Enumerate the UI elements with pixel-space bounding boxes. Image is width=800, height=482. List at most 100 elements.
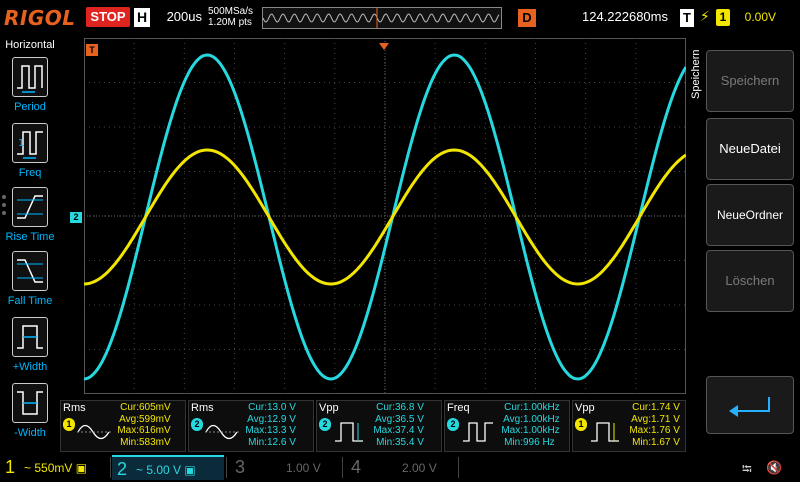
- channel-2-setting[interactable]: 2 ~ 5.00 V ▣: [112, 455, 224, 480]
- value-max: 616mV: [139, 425, 171, 436]
- measurement-vpp-ch2[interactable]: Vpp 2 Cur:36.8 V Avg:36.5 V Max:37.4 V M…: [316, 400, 442, 452]
- memory-waveform-icon: [262, 8, 500, 28]
- menu-item-label: Rise Time: [5, 231, 55, 243]
- value-avg: 1.00kHz: [523, 413, 560, 425]
- negative-width-icon: [12, 383, 48, 423]
- menu-item-rise-time[interactable]: Rise Time: [0, 187, 60, 251]
- channel-badge: 2: [191, 418, 203, 431]
- save-menu-title: Speichern: [690, 49, 702, 99]
- freq-icon: 1: [12, 123, 48, 163]
- measurement-values: Cur:1.00kHz Avg:1.00kHz Max:1.00kHz Min:…: [501, 402, 560, 448]
- bandwidth-limit-icon: ▣: [184, 463, 196, 477]
- measurement-type: Rms: [191, 402, 214, 414]
- channel-number: 2: [116, 459, 127, 479]
- value-cur: 605mV: [139, 402, 171, 413]
- channel-number: 3: [234, 457, 245, 477]
- neue-datei-button[interactable]: NeueDatei: [706, 118, 794, 180]
- measurement-rms-ch1[interactable]: Rms 1 Cur:605mV Avg:599mV Max:616mV Min:…: [60, 400, 186, 452]
- channel-badge: 2: [447, 418, 459, 431]
- channel-bar: 1 ~ 550mV ▣ 2 ~ 5.00 V ▣ 3 1.00 V 4 2.00…: [0, 455, 800, 480]
- positive-width-icon: [12, 317, 48, 357]
- sine-wave-icon: [77, 424, 111, 440]
- trigger-position-marker[interactable]: [379, 38, 389, 50]
- channel-badge: 2: [319, 418, 331, 431]
- value-avg: 12.9 V: [267, 413, 296, 425]
- sine-wave-icon: [205, 424, 239, 440]
- neue-ordner-button[interactable]: NeueOrdner: [706, 184, 794, 246]
- timebase-value[interactable]: 200us: [152, 9, 202, 24]
- menu-item-period[interactable]: Period: [0, 57, 60, 121]
- loeschen-button[interactable]: Löschen: [706, 250, 794, 312]
- menu-item-label: Fall Time: [7, 295, 53, 307]
- measure-menu: Horizontal Period 1 Freq Rise Time Fall …: [0, 37, 60, 455]
- memory-overview: [262, 7, 502, 29]
- measurement-freq-ch2[interactable]: Freq 2 Cur:1.00kHz Avg:1.00kHz Max:1.00k…: [444, 400, 570, 452]
- sampling-info: 500MSa/s 1.20M pts: [208, 6, 253, 28]
- svg-text:1: 1: [18, 138, 24, 149]
- delay-value[interactable]: 124.222680ms: [540, 9, 668, 24]
- channel-scale: ~ 5.00 V ▣: [136, 463, 196, 477]
- sound-muted-icon: 🔇: [766, 460, 783, 475]
- channel-scale: 2.00 V: [402, 461, 437, 475]
- value-max: 1.76 V: [651, 425, 680, 436]
- enter-button[interactable]: [706, 376, 794, 434]
- menu-item-freq[interactable]: 1 Freq: [0, 123, 60, 187]
- speichern-button[interactable]: Speichern: [706, 50, 794, 112]
- value-cur: 1.74 V: [651, 402, 680, 413]
- waveform-canvas[interactable]: [84, 38, 686, 394]
- channel-scale: 1.00 V: [286, 461, 321, 475]
- period-icon: [12, 57, 48, 97]
- memory-depth: 1.20M pts: [208, 17, 252, 28]
- channel-number: 1: [4, 457, 15, 477]
- trigger-source-badge[interactable]: 1: [716, 9, 730, 26]
- measurement-type: Freq: [447, 402, 470, 414]
- value-min: 1.67 V: [651, 436, 680, 448]
- value-avg: 599mV: [139, 413, 171, 425]
- bandwidth-limit-icon: ▣: [75, 461, 88, 475]
- measurement-values: Cur:1.74 V Avg:1.71 V Max:1.76 V Min:1.6…: [629, 402, 680, 448]
- measurement-values: Cur:13.0 V Avg:12.9 V Max:13.3 V Min:12.…: [245, 402, 296, 448]
- measurement-type: Vpp: [319, 402, 339, 414]
- value-max: 13.3 V: [267, 425, 296, 436]
- value-avg: 1.71 V: [651, 413, 680, 425]
- ch2-offset-marker[interactable]: 2: [70, 212, 82, 223]
- value-max: 37.4 V: [395, 425, 424, 436]
- measurement-type: Vpp: [575, 402, 595, 414]
- sample-rate: 500MSa/s: [208, 6, 254, 17]
- channel-number: 4: [350, 457, 361, 477]
- delay-label: D: [518, 9, 536, 27]
- menu-item-positive-width[interactable]: +Width: [0, 317, 60, 381]
- menu-item-label: +Width: [12, 361, 48, 373]
- peak-to-peak-icon: [335, 422, 363, 442]
- value-min: 996 Hz: [523, 436, 555, 448]
- measurement-rms-ch2[interactable]: Rms 2 Cur:13.0 V Avg:12.9 V Max:13.3 V M…: [188, 400, 314, 452]
- waveform-display[interactable]: [84, 38, 686, 394]
- menu-item-negative-width[interactable]: -Width: [0, 383, 60, 447]
- menu-item-label: Period: [14, 101, 46, 113]
- menu-item-fall-time[interactable]: Fall Time: [0, 251, 60, 315]
- measurement-values: Cur:605mV Avg:599mV Max:616mV Min:583mV: [117, 402, 171, 448]
- trigger-level-value[interactable]: 0.00V: [736, 10, 776, 24]
- brand-logo: RIGOL: [4, 6, 76, 30]
- top-status-bar: RIGOL STOP H 200us 500MSa/s 1.20M pts D …: [0, 0, 800, 36]
- frequency-icon: [463, 422, 493, 442]
- timebase-label: H: [134, 8, 150, 27]
- run-stop-status[interactable]: STOP: [86, 7, 130, 27]
- channel-4-setting[interactable]: 4 2.00 V: [346, 455, 456, 480]
- ch1-offset-marker[interactable]: T: [86, 44, 98, 56]
- channel-3-setting[interactable]: 3 1.00 V: [230, 455, 340, 480]
- value-max: 1.00kHz: [523, 425, 560, 436]
- value-cur: 13.0 V: [267, 402, 296, 413]
- value-min: 12.6 V: [267, 436, 296, 448]
- enter-arrow-icon: [729, 397, 770, 417]
- channel-badge: 1: [575, 418, 587, 431]
- rise-time-icon: [12, 187, 48, 227]
- menu-item-label: -Width: [14, 427, 46, 439]
- menu-item-label: Freq: [18, 167, 42, 179]
- channel-1-setting[interactable]: 1 ~ 550mV ▣: [0, 455, 110, 480]
- value-min: 35.4 V: [395, 436, 424, 448]
- measurement-type: Rms: [63, 402, 86, 414]
- measurement-values: Cur:36.8 V Avg:36.5 V Max:37.4 V Min:35.…: [373, 402, 424, 448]
- trigger-label: T: [680, 9, 694, 27]
- measurement-vpp-ch1[interactable]: Vpp 1 Cur:1.74 V Avg:1.71 V Max:1.76 V M…: [572, 400, 686, 452]
